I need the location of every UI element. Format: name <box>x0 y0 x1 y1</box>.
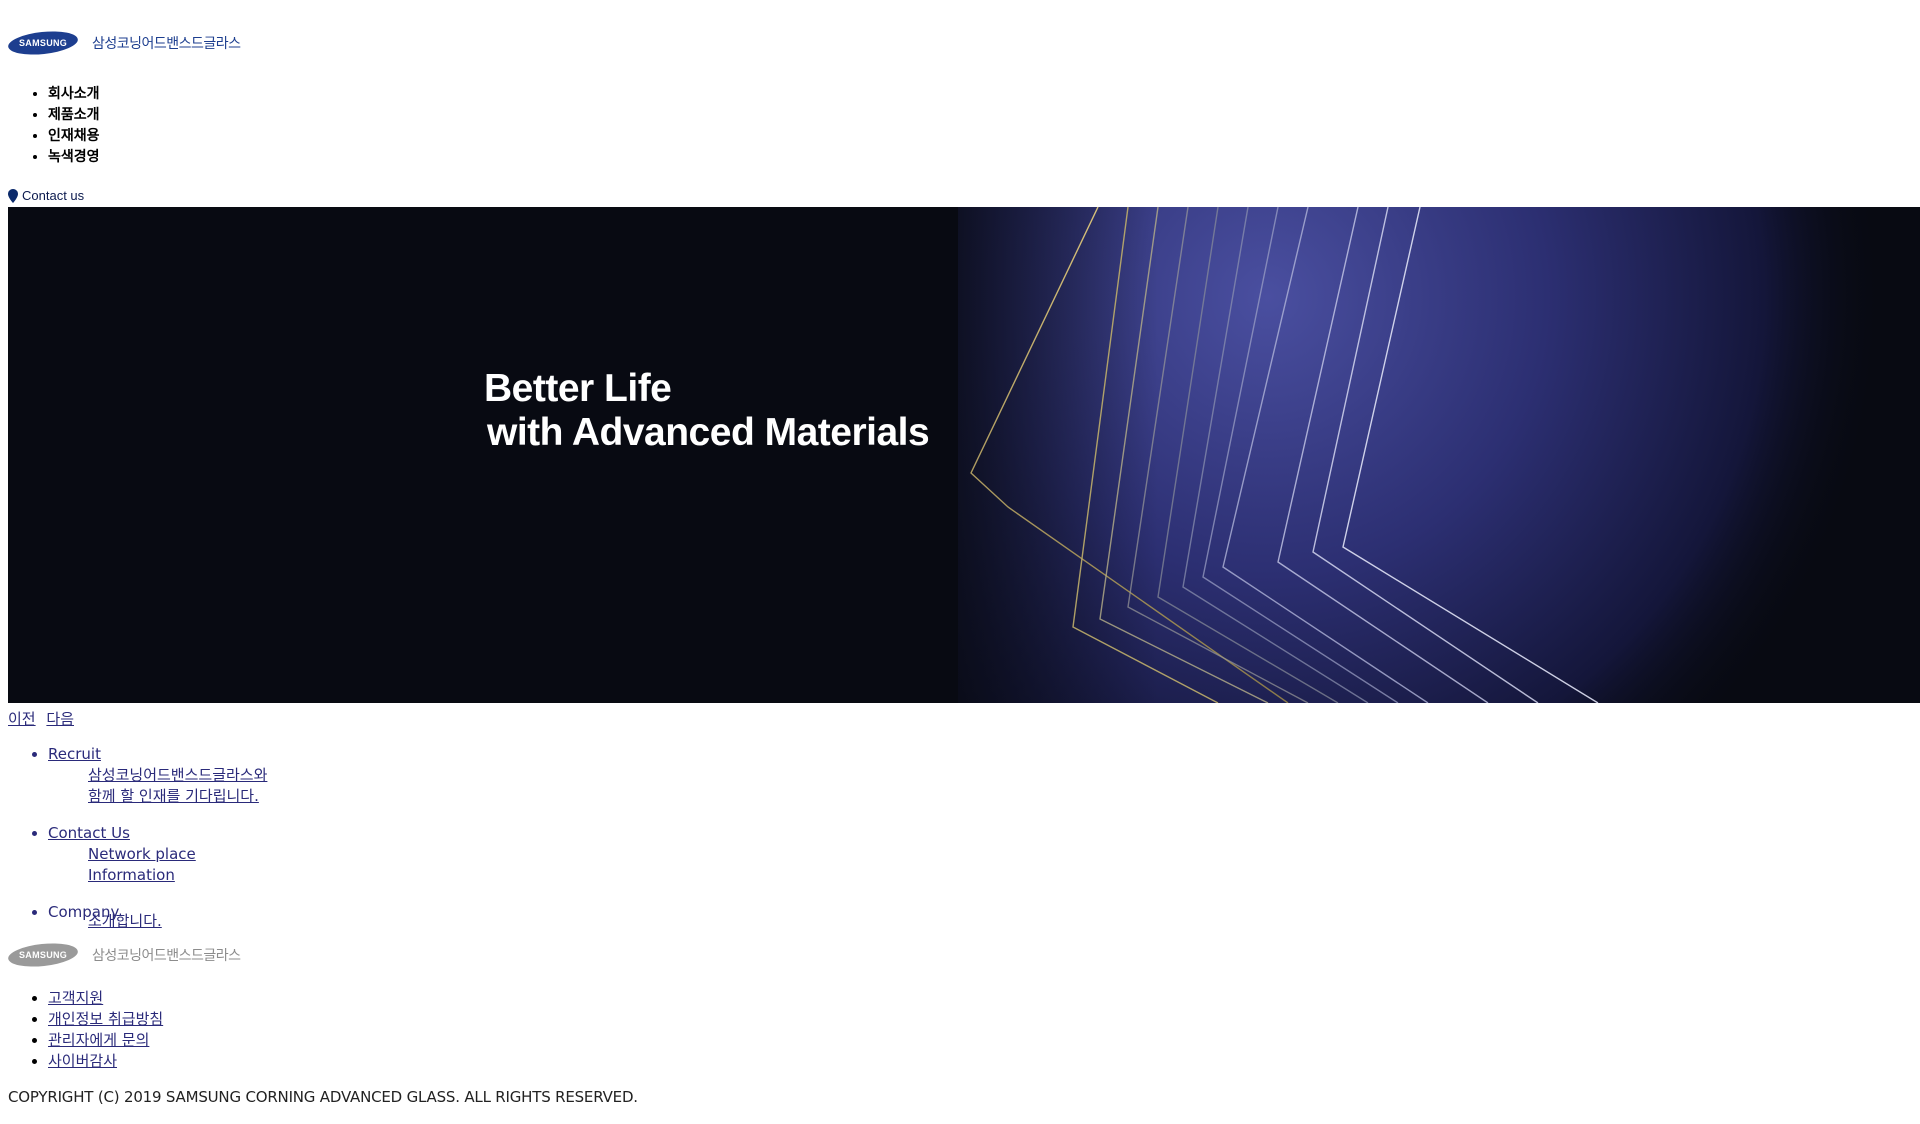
slider-controls: 이전 다음 <box>8 708 80 729</box>
footer-company-name: 삼성코닝어드밴스드글라스 <box>92 948 241 964</box>
nav-item-recruit[interactable]: 인재채용 <box>48 126 100 147</box>
hero-graphic <box>8 207 1920 703</box>
hero-banner: Better Life with Advanced Materials <box>8 207 1920 703</box>
footer-link-privacy[interactable]: 개인정보 취급방침 <box>48 1010 163 1028</box>
quick-link-desc-line: 함께 할 인재를 기다립니다. <box>88 787 259 805</box>
quick-link-title: Contact Us <box>48 824 130 842</box>
quick-link-company[interactable]: Company 소개합니다. <box>48 903 162 928</box>
samsung-wordmark: SAMSUNG <box>18 38 68 49</box>
footer-nav-item: 개인정보 취급방침 <box>48 1009 163 1030</box>
hero-headline: Better Life with Advanced Materials <box>484 367 930 455</box>
quick-link-desc-line: Network place <box>88 845 196 863</box>
slider-next-button[interactable]: 다음 <box>46 710 74 728</box>
samsung-logo-icon: SAMSUNG <box>7 940 79 970</box>
contact-us-link[interactable]: Contact us <box>8 188 84 203</box>
footer-link-support[interactable]: 고객지원 <box>48 989 103 1007</box>
quick-links: Recruit 삼성코닝어드밴스드글라스와 함께 할 인재를 기다립니다. Co… <box>0 744 648 928</box>
hero-headline-line2: with Advanced Materials <box>487 411 930 454</box>
quick-link-item: Contact Us Network place Information <box>48 823 648 886</box>
hero-headline-line1: Better Life <box>484 367 672 410</box>
quick-link-title: Recruit <box>48 745 101 763</box>
footer-link-contact-admin[interactable]: 관리자에게 문의 <box>48 1031 149 1049</box>
quick-link-recruit[interactable]: Recruit 삼성코닝어드밴스드글라스와 함께 할 인재를 기다립니다. <box>48 745 648 807</box>
footer-nav: 고객지원 개인정보 취급방침 관리자에게 문의 사이버감사 <box>0 988 163 1072</box>
quick-link-item: Recruit 삼성코닝어드밴스드글라스와 함께 할 인재를 기다립니다. <box>48 744 648 807</box>
quick-link-description: 소개합니다. <box>88 912 162 928</box>
samsung-logo-icon: SAMSUNG <box>7 28 79 58</box>
company-name: 삼성코닝어드밴스드글라스 <box>92 36 241 52</box>
nav-item-company[interactable]: 회사소개 <box>48 84 100 105</box>
footer-nav-item: 관리자에게 문의 <box>48 1030 163 1051</box>
samsung-wordmark: SAMSUNG <box>18 950 68 961</box>
quick-link-contact[interactable]: Contact Us Network place Information <box>48 824 648 886</box>
footer-logo[interactable]: SAMSUNG 삼성코닝어드밴스드글라스 <box>7 940 241 970</box>
footer-nav-item: 고객지원 <box>48 988 163 1009</box>
nav-item-green[interactable]: 녹색경영 <box>48 147 100 168</box>
header-logo[interactable]: SAMSUNG 삼성코닝어드밴스드글라스 <box>7 28 241 58</box>
copyright-text: COPYRIGHT (C) 2019 SAMSUNG CORNING ADVAN… <box>8 1088 638 1106</box>
quick-link-description: 삼성코닝어드밴스드글라스와 함께 할 인재를 기다립니다. <box>48 765 648 807</box>
footer-link-cyber-audit[interactable]: 사이버감사 <box>48 1052 117 1070</box>
quick-link-description: Network place Information <box>48 844 648 886</box>
quick-link-desc-line: 삼성코닝어드밴스드글라스와 <box>88 766 268 784</box>
location-pin-icon <box>8 189 18 203</box>
quick-link-item: Company 소개합니다. <box>48 902 648 928</box>
nav-item-products[interactable]: 제품소개 <box>48 105 100 126</box>
page: SAMSUNG 삼성코닝어드밴스드글라스 회사소개 제품소개 인재채용 녹색경영… <box>0 0 1920 1124</box>
slider-prev-button[interactable]: 이전 <box>8 710 36 728</box>
contact-us-label: Contact us <box>22 188 85 203</box>
quick-link-desc-line: Information <box>88 866 175 884</box>
footer-nav-item: 사이버감사 <box>48 1051 163 1072</box>
main-nav: 회사소개 제품소개 인재채용 녹색경영 <box>0 84 100 168</box>
